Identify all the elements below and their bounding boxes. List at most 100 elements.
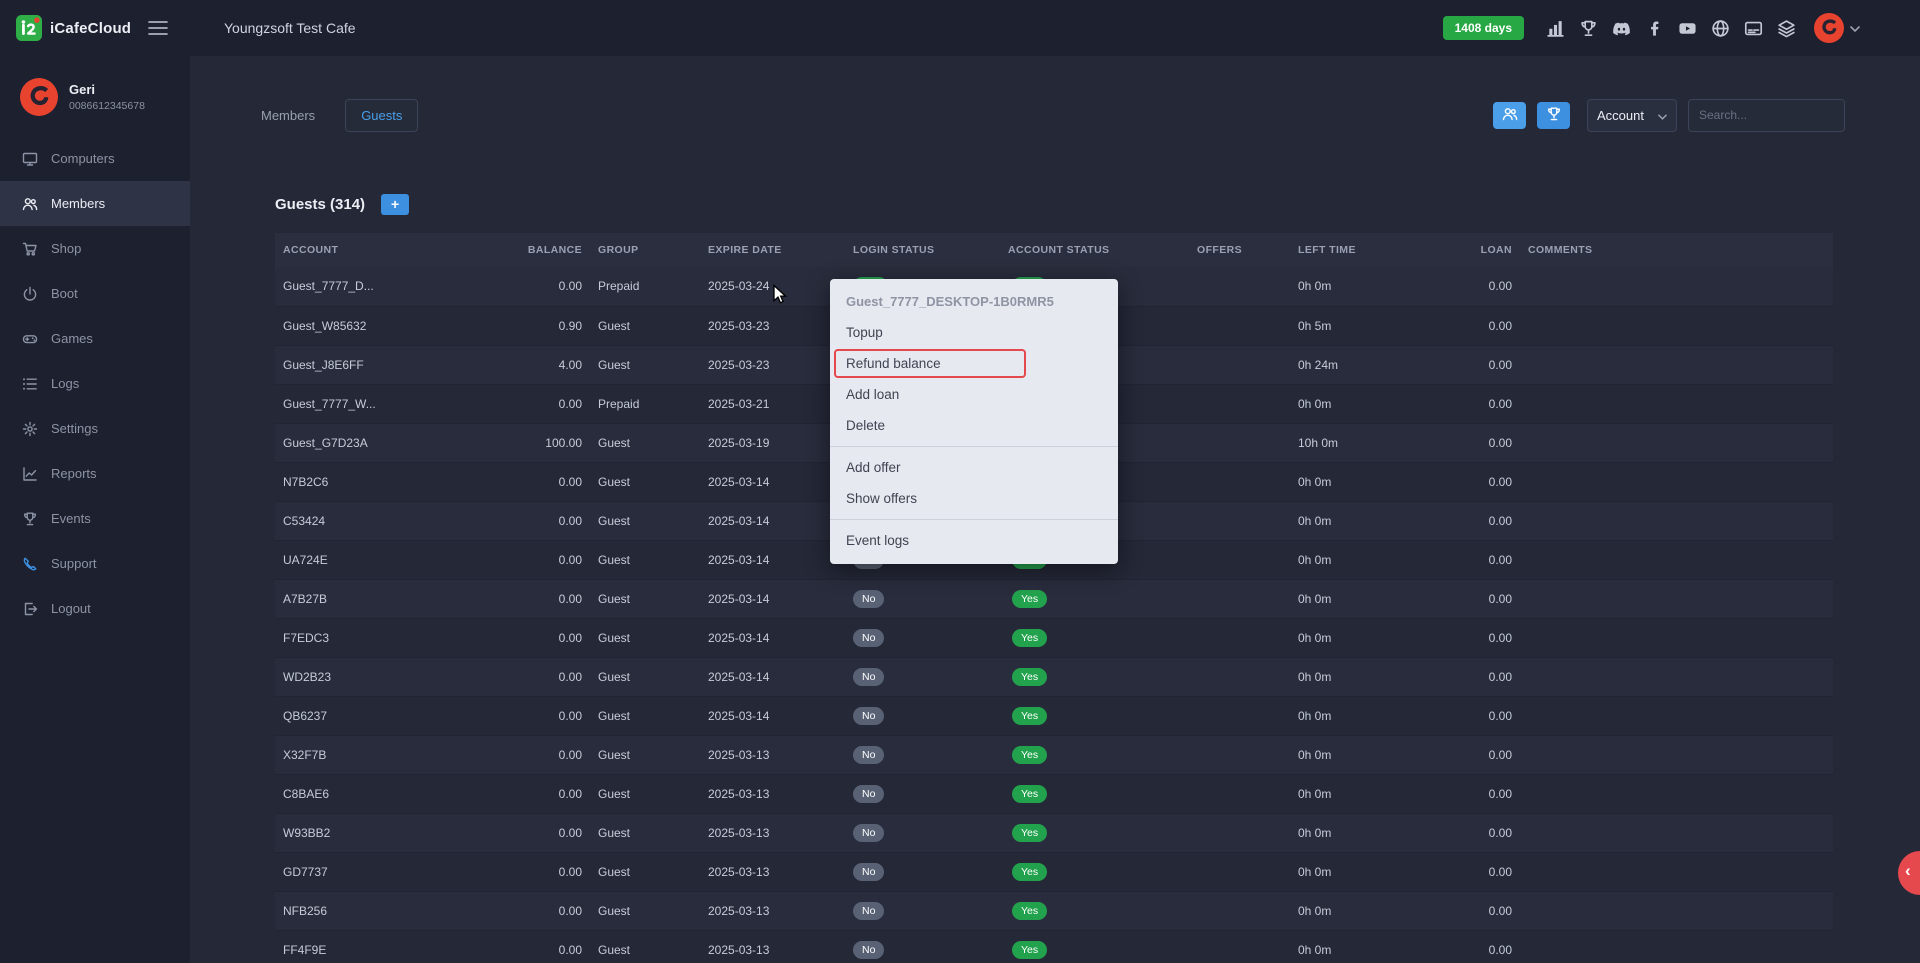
column-header-login: LOGIN STATUS [845,233,1000,267]
table-row[interactable]: F7EDC30.00Guest2025-03-14NoYes0h 0m0.00 [275,618,1833,657]
context-menu-item-add-offer[interactable]: Add offer [830,452,1118,483]
cell-left: 10h 0m [1250,423,1430,462]
subscription-days-badge[interactable]: 1408 days [1443,16,1524,40]
cell-expire: 2025-03-14 [700,462,845,501]
sidebar-item-boot[interactable]: Boot [0,271,190,316]
sidebar-item-settings[interactable]: Settings [0,406,190,451]
trophy-icon[interactable] [1579,19,1598,38]
table-row[interactable]: W93BB20.00Guest2025-03-13NoYes0h 0m0.00 [275,813,1833,852]
cell-comments [1520,423,1833,462]
cell-offers [1155,930,1250,963]
sidebar-item-games[interactable]: Games [0,316,190,361]
tab-guests[interactable]: Guests [345,99,418,132]
login-badge: No [853,590,884,608]
cell-loan: 0.00 [1430,657,1520,696]
topbar-right: 1408 days [1443,13,1920,43]
reports-icon [22,466,38,482]
sidebar-item-members[interactable]: Members [0,181,190,226]
sidebar-item-support[interactable]: Support [0,541,190,586]
cell-left: 0h 24m [1250,345,1430,384]
cell-expire: 2025-03-14 [700,618,845,657]
cell-account: Guest_G7D23A [275,423,475,462]
cell-group: Guest [590,657,700,696]
cell-login: No [845,657,1000,696]
menu-toggle-icon[interactable] [148,21,168,35]
status-badge: Yes [1012,824,1047,842]
cell-left: 0h 0m [1250,462,1430,501]
sidebar-item-logs[interactable]: Logs [0,361,190,406]
login-badge: No [853,863,884,881]
context-menu-item-topup[interactable]: Topup [830,317,1118,348]
cell-status: Yes [1000,891,1155,930]
table-row[interactable]: C8BAE60.00Guest2025-03-13NoYes0h 0m0.00 [275,774,1833,813]
table-row[interactable]: A7B27B0.00Guest2025-03-14NoYes0h 0m0.00 [275,579,1833,618]
members-filter-button[interactable] [1493,102,1526,129]
sidebar-user[interactable]: Geri 0086612345678 [0,56,190,136]
cell-offers [1155,540,1250,579]
sidebar-item-shop[interactable]: Shop [0,226,190,271]
status-badge: Yes [1012,941,1047,959]
search-input[interactable] [1688,99,1845,132]
sidebar-item-events[interactable]: Events [0,496,190,541]
sidebar-item-label: Support [51,556,97,571]
members-icon [1502,106,1518,125]
add-guest-button[interactable]: + [381,194,409,215]
cell-loan: 0.00 [1430,345,1520,384]
user-menu[interactable] [1814,13,1860,43]
cell-status: Yes [1000,579,1155,618]
cell-login: No [845,579,1000,618]
cell-group: Guest [590,813,700,852]
cell-left: 0h 0m [1250,852,1430,891]
table-row[interactable]: QB62370.00Guest2025-03-14NoYes0h 0m0.00 [275,696,1833,735]
sidebar-item-reports[interactable]: Reports [0,451,190,496]
youtube-icon[interactable] [1678,19,1697,38]
user-avatar [1814,13,1844,43]
table-row[interactable]: GD77370.00Guest2025-03-13NoYes0h 0m0.00 [275,852,1833,891]
stats-icon[interactable] [1546,19,1565,38]
cell-group: Guest [590,579,700,618]
cell-offers [1155,423,1250,462]
cell-balance: 0.00 [475,774,590,813]
sidebar-item-computers[interactable]: Computers [0,136,190,181]
cell-left: 0h 0m [1250,618,1430,657]
globe-icon[interactable] [1711,19,1730,38]
cell-balance: 0.00 [475,696,590,735]
discord-icon[interactable] [1612,19,1631,38]
cell-login: No [845,891,1000,930]
layers-icon[interactable] [1777,19,1796,38]
table-row[interactable]: FF4F9E0.00Guest2025-03-13NoYes0h 0m0.00 [275,930,1833,963]
login-badge: No [853,941,884,959]
offers-filter-button[interactable] [1537,102,1570,129]
cell-expire: 2025-03-13 [700,930,845,963]
status-badge: Yes [1012,629,1047,647]
sidebar-item-label: Members [51,196,105,211]
cell-status: Yes [1000,657,1155,696]
cell-left: 0h 0m [1250,501,1430,540]
cell-loan: 0.00 [1430,267,1520,306]
account-filter-select[interactable]: Account [1587,99,1677,132]
cell-offers [1155,774,1250,813]
table-row[interactable]: X32F7B0.00Guest2025-03-13NoYes0h 0m0.00 [275,735,1833,774]
sidebar-item-logout[interactable]: Logout [0,586,190,631]
context-menu-item-refund-balance[interactable]: Refund balance [830,348,1118,379]
cell-loan: 0.00 [1430,891,1520,930]
facebook-icon[interactable] [1645,19,1664,38]
context-menu-item-event-logs[interactable]: Event logs [830,525,1118,556]
login-badge: No [853,785,884,803]
cell-balance: 0.00 [475,930,590,963]
cell-group: Guest [590,306,700,345]
subtitles-icon[interactable] [1744,19,1763,38]
trophy-icon [1546,106,1562,125]
cell-group: Guest [590,423,700,462]
cell-offers [1155,306,1250,345]
cell-login: No [845,618,1000,657]
table-row[interactable]: WD2B230.00Guest2025-03-14NoYes0h 0m0.00 [275,657,1833,696]
context-menu-item-add-loan[interactable]: Add loan [830,379,1118,410]
cell-offers [1155,501,1250,540]
tab-members[interactable]: Members [245,99,331,132]
table-row[interactable]: NFB2560.00Guest2025-03-13NoYes0h 0m0.00 [275,891,1833,930]
cell-expire: 2025-03-14 [700,501,845,540]
context-menu-item-show-offers[interactable]: Show offers [830,483,1118,514]
cell-expire: 2025-03-13 [700,774,845,813]
context-menu-item-delete[interactable]: Delete [830,410,1118,441]
